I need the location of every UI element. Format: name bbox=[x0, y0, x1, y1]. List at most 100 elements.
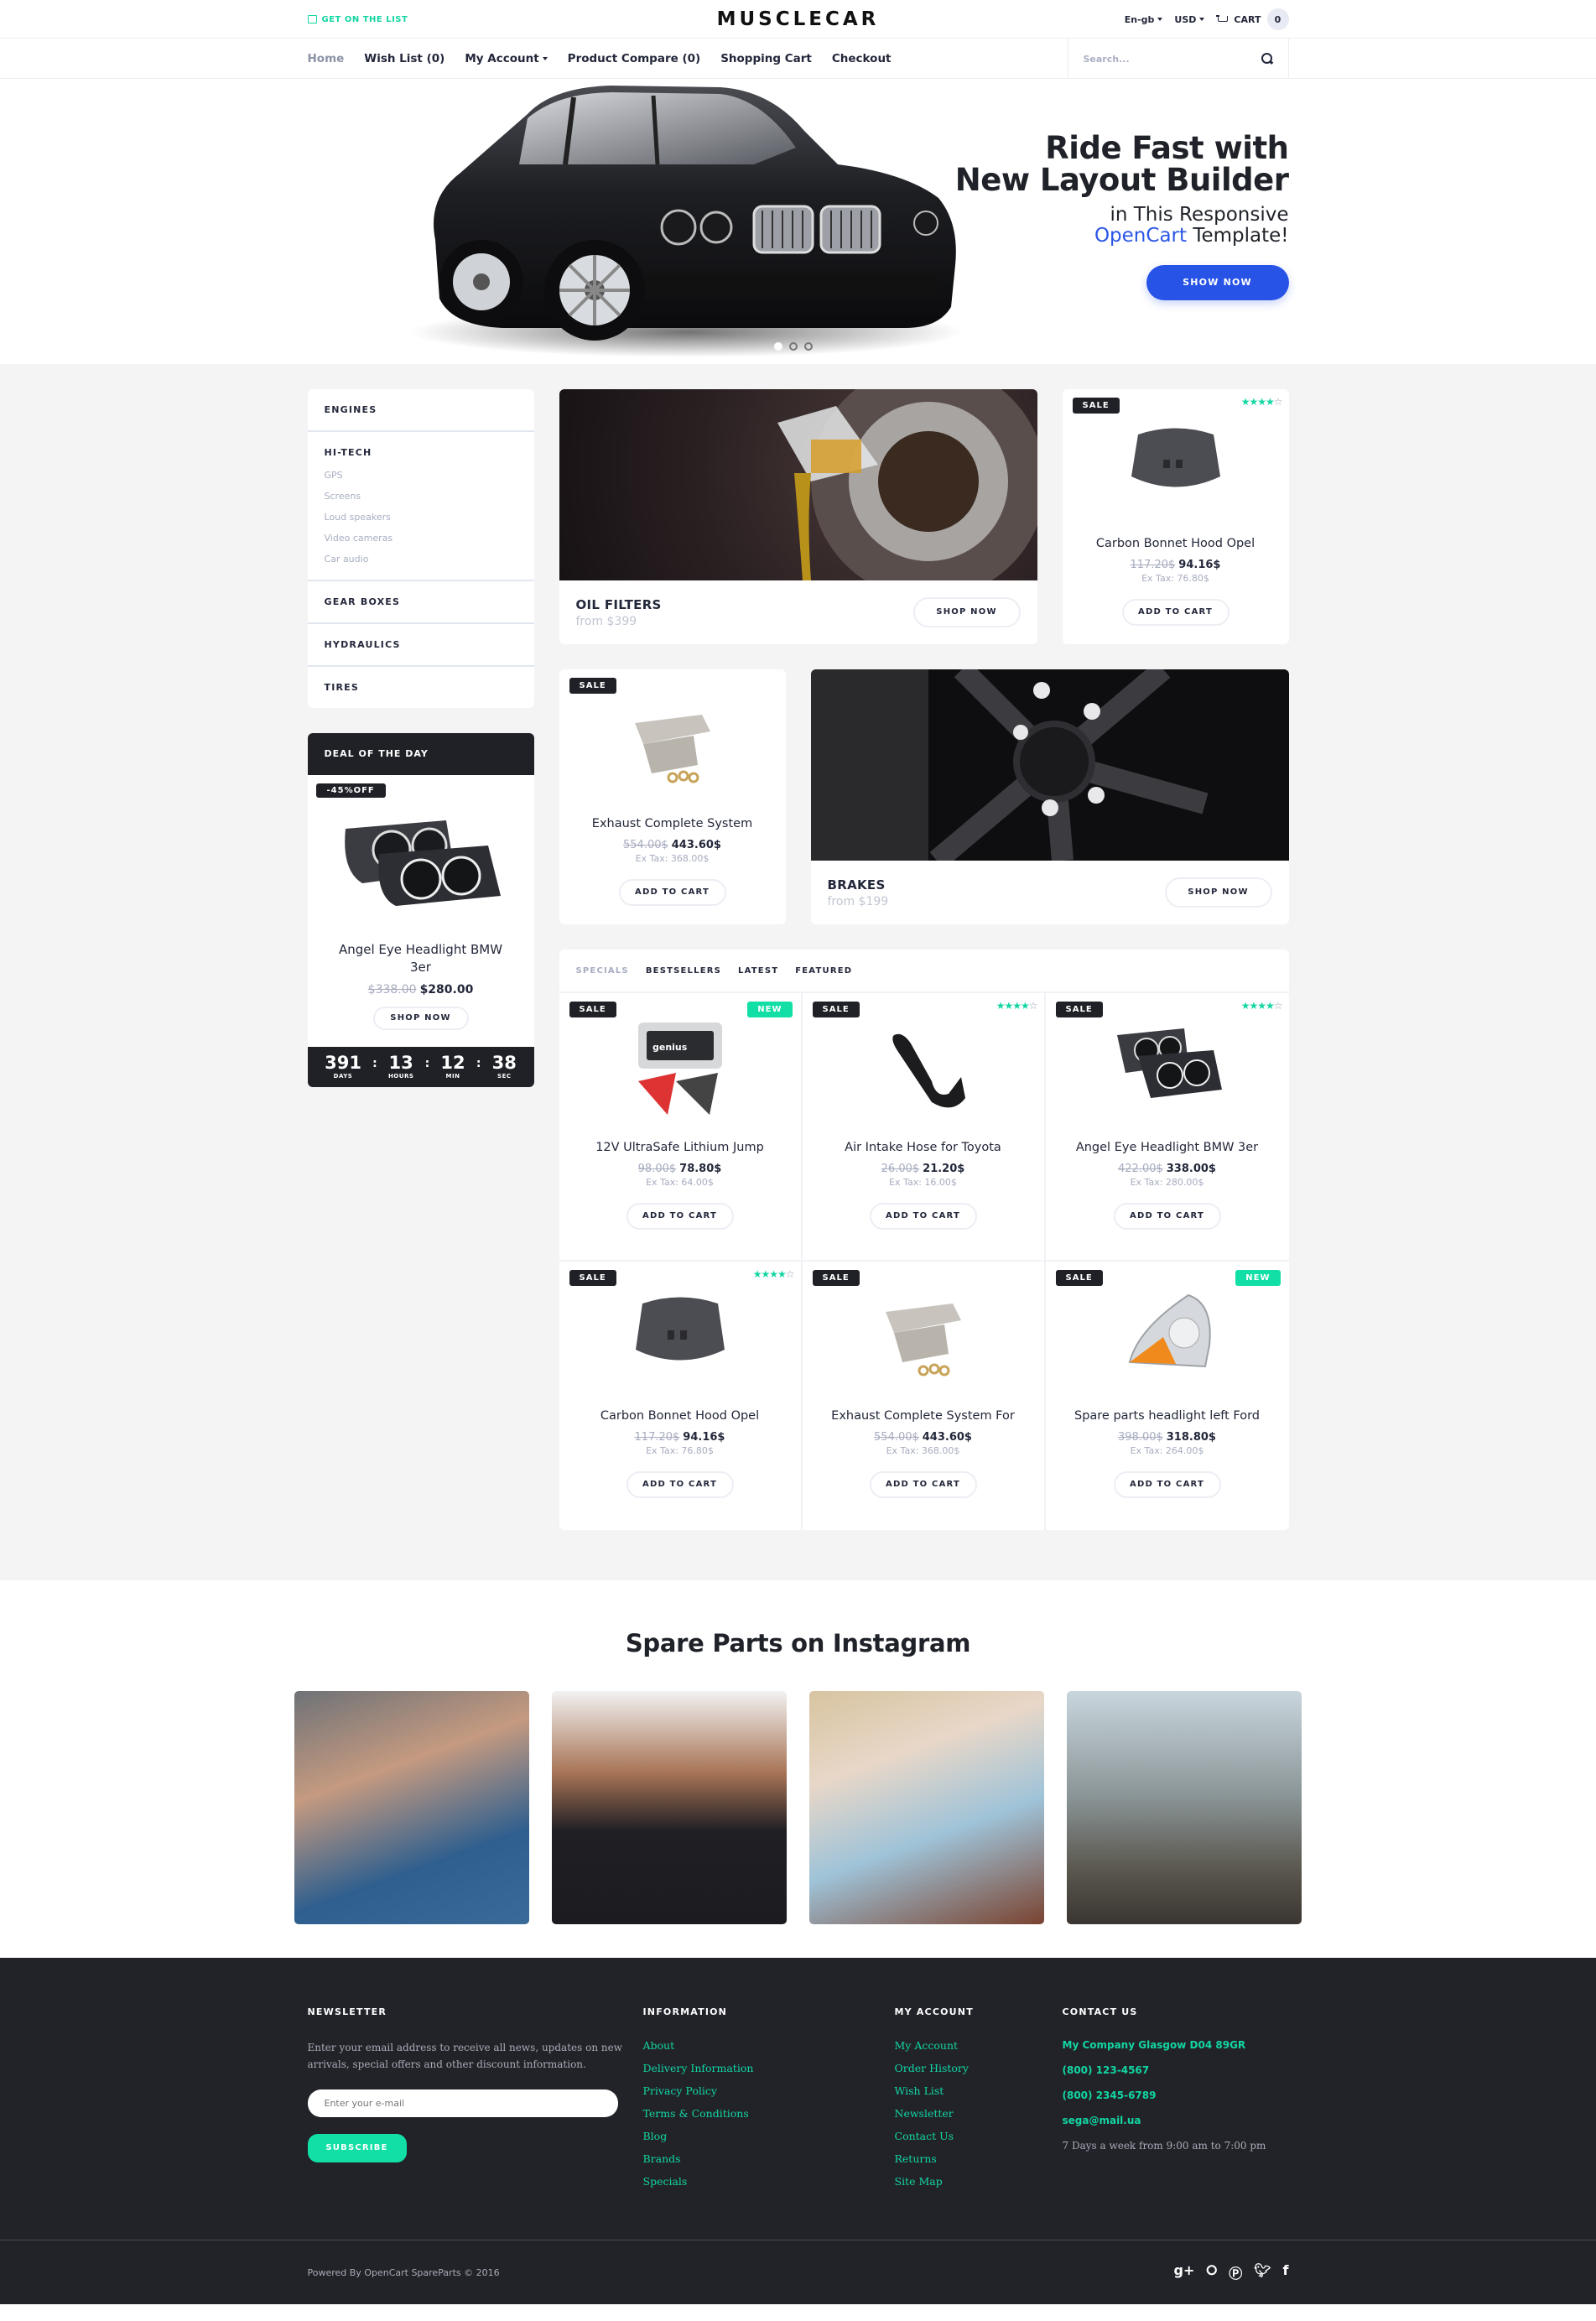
logo[interactable]: MUSCLECAR bbox=[717, 8, 880, 30]
deal-shop-now-button[interactable]: SHOP NOW bbox=[372, 1007, 469, 1030]
cart-button[interactable]: CART 0 bbox=[1216, 8, 1289, 30]
pinterest-icon[interactable]: Ⓟ bbox=[1229, 2262, 1242, 2282]
twitter-icon[interactable]: 🐦︎ bbox=[1254, 2262, 1271, 2282]
product-name[interactable]: Carbon Bonnet Hood Opel bbox=[569, 1409, 791, 1423]
add-to-cart-button[interactable]: ADD TO CART bbox=[1113, 1471, 1221, 1498]
footer-link-delivery[interactable]: Delivery Information bbox=[643, 2062, 895, 2074]
ford-headlight-image[interactable] bbox=[1105, 1287, 1230, 1386]
air-intake-hose-image[interactable] bbox=[860, 1018, 986, 1117]
product-name[interactable]: Angel Eye Headlight BMW 3er bbox=[1056, 1141, 1279, 1154]
get-on-list-link[interactable]: GET ON THE LIST bbox=[307, 15, 408, 24]
facebook-icon[interactable]: f bbox=[1283, 2262, 1289, 2282]
category-hydraulics[interactable]: HYDRAULICS bbox=[307, 624, 534, 667]
rss-icon[interactable]: ⭘ bbox=[1206, 2262, 1217, 2282]
category-gear-boxes[interactable]: GEAR BOXES bbox=[307, 581, 534, 624]
contact-email[interactable]: sega@mail.ua bbox=[1063, 2115, 1266, 2126]
oil-filters-shop-now[interactable]: SHOP NOW bbox=[912, 597, 1021, 627]
add-to-cart-button[interactable]: ADD TO CART bbox=[869, 1203, 977, 1230]
footer-link-specials[interactable]: Specials bbox=[643, 2175, 895, 2188]
add-to-cart-button[interactable]: ADD TO CART bbox=[869, 1471, 977, 1498]
price: 443.60$ bbox=[671, 839, 721, 851]
footer-link-privacy[interactable]: Privacy Policy bbox=[643, 2084, 895, 2097]
footer-link-wish-list[interactable]: Wish List bbox=[895, 2084, 1063, 2097]
search-icon[interactable] bbox=[1261, 53, 1273, 65]
subcategory-loud-speakers[interactable]: Loud speakers bbox=[325, 512, 517, 523]
nav-product-compare[interactable]: Product Compare (0) bbox=[568, 52, 701, 65]
tab-featured[interactable]: FEATURED bbox=[795, 966, 852, 976]
subcategory-gps[interactable]: GPS bbox=[325, 470, 517, 481]
tab-bestsellers[interactable]: BESTSELLERS bbox=[646, 966, 721, 976]
exhaust-system-image[interactable] bbox=[860, 1287, 986, 1386]
category-tires[interactable]: TIRES bbox=[308, 667, 534, 708]
sale-badge: SALE bbox=[812, 1270, 860, 1286]
google-plus-icon[interactable]: g+ bbox=[1174, 2262, 1195, 2282]
footer-link-contact-us[interactable]: Contact Us bbox=[895, 2130, 1063, 2142]
product-name[interactable]: Exhaust Complete System bbox=[569, 817, 776, 830]
footer-link-brands[interactable]: Brands bbox=[643, 2152, 895, 2165]
add-to-cart-button[interactable]: ADD TO CART bbox=[626, 1471, 734, 1498]
show-now-button[interactable]: SHOW NOW bbox=[1146, 265, 1289, 300]
instagram-photo-woman-hat[interactable] bbox=[809, 1691, 1045, 1924]
footer-link-terms[interactable]: Terms & Conditions bbox=[643, 2107, 895, 2120]
footer: NEWSLETTER Enter your email address to r… bbox=[0, 1958, 1596, 2304]
footer-link-order-history[interactable]: Order History bbox=[895, 2062, 1063, 2074]
price: 94.16$ bbox=[683, 1431, 725, 1444]
product-name[interactable]: Air Intake Hose for Toyota bbox=[813, 1141, 1034, 1154]
instagram-section: Spare Parts on Instagram bbox=[0, 1580, 1596, 1958]
tab-latest[interactable]: LATEST bbox=[738, 966, 778, 976]
footer-link-site-map[interactable]: Site Map bbox=[895, 2175, 1063, 2188]
nav-home[interactable]: Home bbox=[308, 52, 345, 65]
footer-link-about[interactable]: About bbox=[643, 2039, 895, 2052]
cart-icon bbox=[1216, 14, 1229, 24]
add-to-cart-button[interactable]: ADD TO CART bbox=[1113, 1203, 1221, 1230]
product-name[interactable]: 12V UltraSafe Lithium Jump bbox=[569, 1141, 791, 1154]
subcategory-car-audio[interactable]: Car audio bbox=[325, 554, 517, 565]
instagram-photo-man-mountains[interactable] bbox=[1067, 1691, 1302, 1924]
slider-dot-1[interactable] bbox=[773, 342, 782, 351]
subcategory-screens[interactable]: Screens bbox=[325, 491, 517, 502]
add-to-cart-button[interactable]: ADD TO CART bbox=[618, 879, 726, 906]
instagram-photo-couple[interactable] bbox=[294, 1691, 529, 1924]
search-input[interactable] bbox=[1083, 53, 1235, 65]
product-name[interactable]: Carbon Bonnet Hood Opel bbox=[1073, 537, 1279, 550]
instagram-photo-woman-black-top[interactable] bbox=[551, 1691, 787, 1924]
jump-starter-image[interactable]: genius bbox=[617, 1018, 743, 1117]
nav-my-account[interactable]: My Account bbox=[465, 52, 547, 65]
contact-phone-2[interactable]: (800) 2345-6789 bbox=[1063, 2089, 1266, 2101]
countdown-minutes: 12 bbox=[440, 1053, 465, 1073]
footer-link-my-account[interactable]: My Account bbox=[895, 2039, 1063, 2052]
add-to-cart-button[interactable]: ADD TO CART bbox=[1121, 599, 1229, 626]
tab-specials[interactable]: SPECIALS bbox=[576, 966, 629, 976]
brakes-image[interactable] bbox=[810, 669, 1289, 861]
footer-link-newsletter[interactable]: Newsletter bbox=[895, 2107, 1063, 2120]
carbon-hood-image[interactable] bbox=[617, 1287, 743, 1386]
subcategory-video-cameras[interactable]: Video cameras bbox=[325, 533, 517, 544]
exhaust-system-image[interactable] bbox=[610, 698, 736, 790]
contact-phone-1[interactable]: (800) 123-4567 bbox=[1063, 2064, 1266, 2076]
ex-tax-price: Ex Tax: 64.00$ bbox=[646, 1177, 714, 1188]
currency-dropdown[interactable]: USD bbox=[1174, 14, 1204, 25]
headlight-image[interactable] bbox=[329, 804, 513, 913]
slider-dot-3[interactable] bbox=[803, 342, 813, 351]
carbon-hood-image[interactable] bbox=[1113, 418, 1239, 510]
product-name[interactable]: Exhaust Complete System For bbox=[813, 1409, 1034, 1423]
add-to-cart-button[interactable]: ADD TO CART bbox=[626, 1203, 734, 1230]
sale-badge: SALE bbox=[569, 678, 616, 694]
footer-link-blog[interactable]: Blog bbox=[643, 2130, 895, 2142]
brakes-shop-now[interactable]: SHOP NOW bbox=[1164, 877, 1272, 908]
nav-wish-list[interactable]: Wish List (0) bbox=[364, 52, 444, 65]
nav-shopping-cart[interactable]: Shopping Cart bbox=[720, 52, 812, 65]
newsletter-email-input[interactable] bbox=[307, 2089, 618, 2117]
deal-product-name[interactable]: Angel Eye Headlight BMW 3er bbox=[316, 941, 526, 976]
angel-eye-headlight-image[interactable] bbox=[1105, 1018, 1230, 1117]
subscribe-button[interactable]: SUBSCRIBE bbox=[307, 2134, 407, 2162]
category-engines[interactable]: ENGINES bbox=[307, 389, 534, 432]
slider-dot-2[interactable] bbox=[788, 342, 798, 351]
category-hi-tech[interactable]: HI-TECH GPS Screens Loud speakers Video … bbox=[307, 432, 534, 581]
oil-filters-image[interactable] bbox=[559, 389, 1037, 580]
newsletter-text: Enter your email address to receive all … bbox=[307, 2042, 622, 2070]
nav-checkout[interactable]: Checkout bbox=[832, 52, 892, 65]
language-dropdown[interactable]: En-gb bbox=[1125, 14, 1163, 25]
product-name[interactable]: Spare parts headlight left Ford bbox=[1056, 1409, 1279, 1423]
footer-link-returns[interactable]: Returns bbox=[895, 2152, 1063, 2165]
